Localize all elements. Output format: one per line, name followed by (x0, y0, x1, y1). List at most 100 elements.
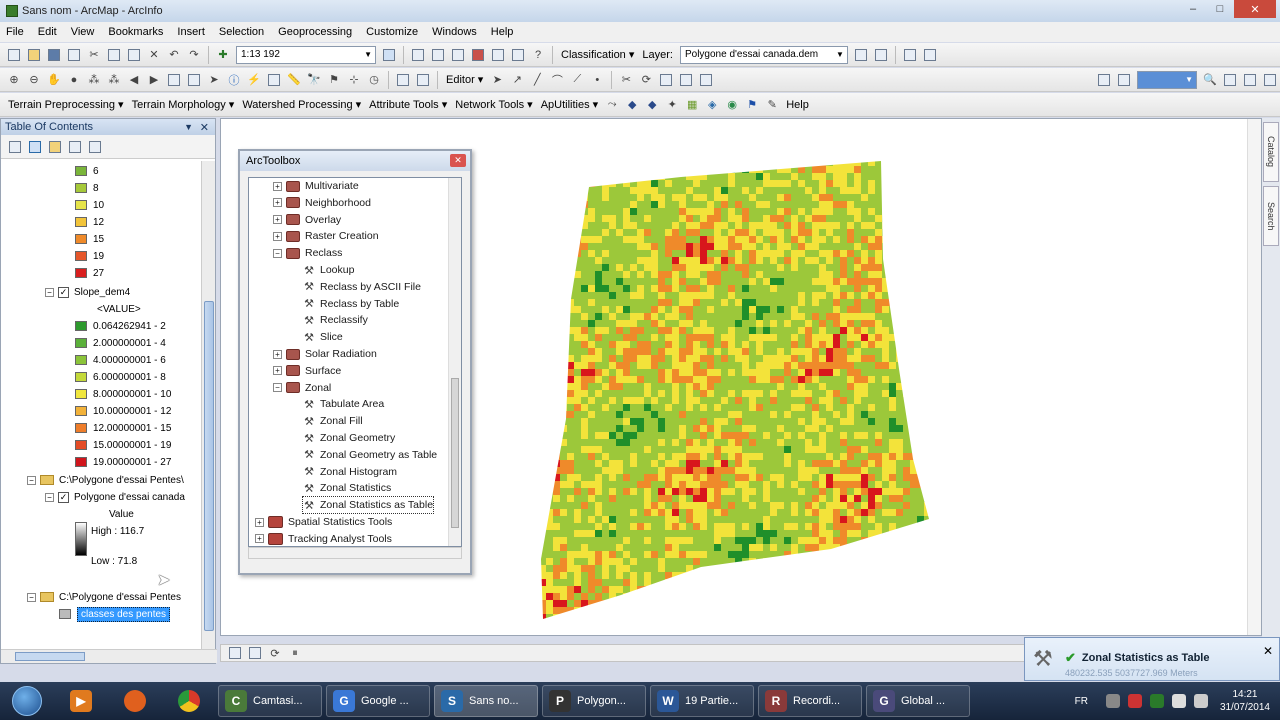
straight-segment-icon[interactable]: ╱ (529, 72, 545, 88)
list-by-drawing-order-icon[interactable] (7, 139, 23, 155)
tray-arrow-icon[interactable] (1105, 694, 1120, 708)
attributes-icon[interactable] (658, 72, 674, 88)
minimize-button[interactable]: – (1180, 0, 1206, 18)
close-button[interactable]: ✕ (1234, 0, 1276, 18)
taskbar-task-6[interactable]: G Global ... (866, 685, 970, 717)
toolbox-item-multivariate[interactable]: + Multivariate (273, 178, 359, 194)
overview-icon[interactable] (1222, 72, 1238, 88)
create-features-icon[interactable] (698, 72, 714, 88)
toolbox-item-reclass-by-ascii-file[interactable]: ⚒ Reclass by ASCII File (303, 279, 421, 295)
trace-icon[interactable]: ⟋ (569, 72, 585, 88)
toc-horizontal-scrollbar[interactable] (1, 649, 217, 663)
toolbox-item-lookup[interactable]: ⚒ Lookup (303, 262, 354, 278)
toolbox-item-reclass[interactable]: − Reclass (273, 245, 342, 261)
point-icon[interactable]: • (589, 72, 605, 88)
toolbox-item-zonal-statistics-as-table[interactable]: ⚒ Zonal Statistics as Table (301, 496, 435, 515)
undo-icon[interactable]: ↶ (166, 47, 182, 63)
expand-icon[interactable]: + (273, 198, 282, 208)
layer-symbology-icon[interactable] (853, 47, 869, 63)
arctoolbox-icon[interactable] (470, 47, 486, 63)
hydro-menu-3[interactable]: Attribute Tools ▾ (369, 98, 447, 111)
pause-drawing-icon[interactable]: ⏸ (287, 645, 303, 661)
expand-icon[interactable]: + (255, 534, 264, 544)
interactive-icon[interactable]: ◈ (704, 97, 720, 113)
model-builder-icon[interactable] (510, 47, 526, 63)
batch-point-icon[interactable]: ◆ (644, 97, 660, 113)
toolbox-item-slice[interactable]: ⚒ Slice (303, 329, 343, 345)
menu-insert[interactable]: Insert (177, 26, 205, 38)
menu-edit[interactable]: Edit (38, 26, 57, 38)
toc-vertical-scrollbar[interactable] (201, 161, 215, 649)
language-indicator[interactable]: FR (1075, 696, 1088, 707)
tray-record-icon[interactable] (1149, 694, 1164, 708)
python-window-icon[interactable] (490, 47, 506, 63)
editor-toolbar-icon[interactable] (381, 47, 397, 63)
go-to-xy-icon[interactable]: ⊹ (346, 72, 362, 88)
data-view-icon[interactable] (227, 645, 243, 661)
hydro-menu-0[interactable]: Terrain Preprocessing ▾ (8, 98, 124, 111)
taskbar-task-1[interactable]: G Google ... (326, 685, 430, 717)
workspace-group-1[interactable]: − C:\Polygone d'essai Pentes\ (27, 472, 184, 488)
search-tab[interactable]: Search (1263, 186, 1279, 246)
toolbox-item-overlay[interactable]: + Overlay (273, 212, 341, 228)
whats-this-icon[interactable]: ? (530, 47, 546, 63)
expand-icon[interactable]: + (255, 517, 264, 527)
grid-icon[interactable]: ▦ (684, 97, 700, 113)
map-vertical-scrollbar[interactable] (1247, 119, 1261, 635)
menu-windows[interactable]: Windows (432, 26, 477, 38)
open-icon[interactable] (26, 47, 42, 63)
binoculars-icon[interactable]: 🔍 (1202, 72, 1218, 88)
arctoolbox-close-icon[interactable]: ✕ (450, 154, 466, 167)
toolbox-item-spatial-statistics-tools[interactable]: + Spatial Statistics Tools (255, 514, 392, 530)
layer-visibility-checkbox[interactable]: ✓ (58, 491, 69, 503)
toolbox-item-zonal-fill[interactable]: ⚒ Zonal Fill (303, 413, 363, 429)
viewer-icon[interactable] (1262, 72, 1278, 88)
pencil-icon[interactable]: ✎ (764, 97, 780, 113)
catalog-window-icon[interactable] (430, 47, 446, 63)
find-route-icon[interactable]: ⚑ (326, 72, 342, 88)
new-document-icon[interactable] (6, 47, 22, 63)
toolbox-item-zonal-histogram[interactable]: ⚒ Zonal Histogram (303, 464, 397, 480)
firefox-pinned[interactable] (110, 685, 160, 717)
catalog-tab[interactable]: Catalog (1263, 122, 1279, 182)
menu-customize[interactable]: Customize (366, 26, 418, 38)
edit-tool-icon[interactable]: ➤ (489, 72, 505, 88)
taskbar-task-2[interactable]: S Sans no... (434, 685, 538, 717)
menu-selection[interactable]: Selection (219, 26, 264, 38)
taskbar-task-4[interactable]: W 19 Partie... (650, 685, 754, 717)
layout-view-icon[interactable] (247, 645, 263, 661)
map-scale-combo[interactable]: 1:13 192 ▼ (236, 45, 376, 64)
edit-annotation-icon[interactable]: ↗ (509, 72, 525, 88)
flag-icon[interactable]: ⚑ (744, 97, 760, 113)
taskbar-task-5[interactable]: R Recordi... (758, 685, 862, 717)
fixed-zoom-out-icon[interactable]: ⁂ (106, 72, 122, 88)
collapse-icon[interactable]: − (45, 492, 54, 502)
tray-app-icon[interactable] (1127, 694, 1142, 708)
save-icon[interactable] (46, 47, 62, 63)
cut-icon[interactable]: ✂ (86, 47, 102, 63)
workspace-group-2[interactable]: − C:\Polygone d'essai Pentes (27, 589, 181, 605)
chrome-pinned[interactable] (164, 685, 214, 717)
select-elements-icon[interactable]: ➤ (206, 72, 222, 88)
select-features-icon[interactable] (166, 72, 182, 88)
globe-icon[interactable]: ◉ (724, 97, 740, 113)
sketch-properties-icon[interactable] (678, 72, 694, 88)
layer-combo[interactable]: Polygone d'essai canada.dem ▼ (679, 45, 848, 64)
search-window-icon[interactable] (450, 47, 466, 63)
editor-dropdown[interactable]: Editor ▾ (446, 73, 483, 86)
menu-help[interactable]: Help (491, 26, 514, 38)
time-slider-icon[interactable]: ◷ (366, 72, 382, 88)
arc-hydro-help[interactable]: Help (786, 99, 809, 111)
add-data-icon[interactable]: ✚ (215, 47, 231, 63)
maximize-button[interactable]: □ (1207, 0, 1233, 18)
toolbox-item-neighborhood[interactable]: + Neighborhood (273, 195, 371, 211)
expand-icon[interactable]: + (273, 181, 282, 191)
notification-close-icon[interactable]: ✕ (1263, 644, 1273, 658)
copy-icon[interactable] (106, 47, 122, 63)
back-extent-icon[interactable]: ◀ (126, 72, 142, 88)
layout-icon[interactable] (415, 72, 431, 88)
media-player-pinned[interactable]: ▶ (56, 685, 106, 717)
paste-icon[interactable] (126, 47, 142, 63)
refresh-icon[interactable]: ⟳ (267, 645, 283, 661)
collapse-icon[interactable]: − (45, 287, 54, 297)
